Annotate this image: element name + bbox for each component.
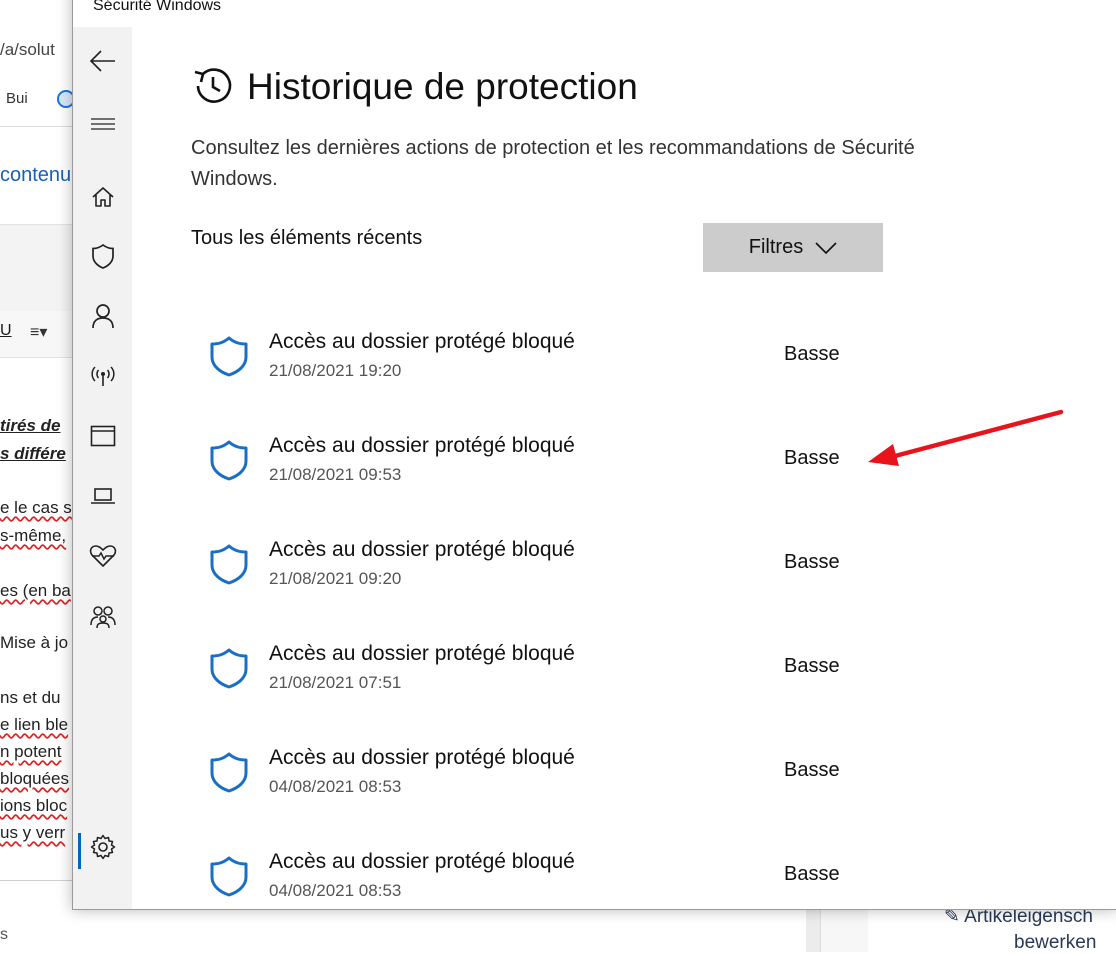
shield-icon: [209, 855, 249, 902]
history-icon: [194, 68, 232, 103]
background-toolbar-label: Bui: [6, 90, 28, 107]
window-title: Sécurité Windows: [93, 0, 222, 14]
background-text-line: ns et du: [0, 688, 61, 707]
page-title: Historique de protection: [247, 66, 638, 107]
underline-format-button[interactable]: U: [0, 322, 12, 340]
nav-settings[interactable]: [73, 825, 132, 869]
shield-icon: [210, 856, 248, 897]
title-bar: Sécurité Windows: [73, 0, 1116, 27]
nav-account-protection[interactable]: [73, 294, 132, 338]
background-text-line: s différe: [0, 444, 66, 463]
nav-home[interactable]: [73, 175, 132, 219]
background-text-line: n potent: [0, 742, 62, 761]
background-text-line: e le cas s: [0, 498, 72, 517]
nav-app-browser[interactable]: [73, 414, 132, 458]
background-text-line: tirés de: [0, 416, 61, 435]
background-divider: [0, 880, 72, 881]
back-icon: [89, 50, 115, 72]
shield-icon: [91, 243, 114, 269]
nav-virus-protection[interactable]: [73, 234, 132, 278]
history-item-date: 04/08/2021 08:53: [269, 881, 402, 900]
navigation-sidebar: [73, 27, 132, 909]
page-description: Consultez les dernières actions de prote…: [191, 137, 915, 190]
article-properties-label-2: bewerken: [1014, 932, 1097, 953]
background-panel: [0, 224, 72, 312]
nav-device-health[interactable]: [73, 534, 132, 578]
shield-icon: [209, 647, 249, 694]
history-item-title: Accès au dossier protégé bloqué: [269, 642, 575, 665]
nav-device-security[interactable]: [73, 474, 132, 518]
recent-items-label: Tous les éléments récents: [191, 227, 423, 249]
background-url-text: /a/solut: [0, 40, 55, 59]
health-icon: [89, 545, 116, 567]
background-link[interactable]: contenu: [0, 164, 71, 187]
menu-button[interactable]: [73, 102, 132, 146]
shield-icon: [210, 544, 248, 585]
history-item[interactable]: Accès au dossier protégé bloqué 04/08/202…: [192, 746, 872, 834]
history-item-date: 04/08/2021 08:53: [269, 777, 402, 796]
history-item[interactable]: Accès au dossier protégé bloqué 21/08/202…: [192, 642, 872, 730]
history-item-date: 21/08/2021 09:53: [269, 465, 402, 484]
nav-family-options[interactable]: [73, 595, 132, 639]
history-item[interactable]: Accès au dossier protégé bloqué 21/08/202…: [192, 434, 872, 522]
shield-icon: [209, 335, 249, 382]
background-text-line: e lien ble: [0, 715, 69, 734]
settings-icon: [90, 834, 115, 860]
shield-icon: [210, 648, 248, 689]
history-item[interactable]: Accès au dossier protégé bloqué 21/08/202…: [192, 330, 872, 418]
background-text-line: es (en ba: [0, 581, 71, 600]
family-icon: [89, 606, 116, 629]
filters-button[interactable]: Filtres: [703, 223, 883, 272]
back-button[interactable]: [73, 39, 132, 83]
shield-icon: [210, 336, 248, 377]
shield-icon: [210, 752, 248, 793]
history-item[interactable]: Accès au dossier protégé bloqué 04/08/202…: [192, 850, 872, 938]
filters-label: Filtres: [748, 236, 804, 258]
shield-icon: [209, 439, 249, 486]
history-item-severity: Basse: [784, 759, 840, 781]
shield-icon: [209, 751, 249, 798]
background-bottom-text: s: [0, 926, 8, 943]
background-text-line: s-même,: [0, 526, 67, 545]
network-icon: [90, 366, 115, 386]
background-text-line: Mise à jo: [0, 633, 69, 652]
history-item-title: Accès au dossier protégé bloqué: [269, 850, 575, 873]
history-item-severity: Basse: [784, 343, 840, 365]
shield-icon: [210, 440, 248, 481]
device-icon: [90, 488, 115, 504]
history-item-title: Accès au dossier protégé bloqué: [269, 538, 575, 561]
history-item-severity: Basse: [784, 863, 840, 885]
background-text-line: ions bloc: [0, 796, 68, 815]
person-icon: [91, 304, 114, 329]
history-item-severity: Basse: [784, 551, 840, 573]
history-item-title: Accès au dossier protégé bloqué: [269, 330, 575, 353]
nav-firewall[interactable]: [73, 354, 132, 398]
history-item-title: Accès au dossier protégé bloqué: [269, 746, 575, 769]
history-item-date: 21/08/2021 07:51: [269, 673, 402, 692]
app-browser-icon: [90, 425, 115, 447]
hamburger-icon: [90, 118, 115, 130]
history-item[interactable]: Accès au dossier protégé bloqué 21/08/202…: [192, 538, 872, 626]
background-text-line: us y verr: [0, 823, 66, 842]
align-dropdown-icon[interactable]: ≡▾: [30, 322, 47, 342]
home-icon: [91, 187, 114, 207]
history-item-title: Accès au dossier protégé bloqué: [269, 434, 575, 457]
background-text-line: bloquées: [0, 769, 70, 788]
shield-icon: [209, 543, 249, 590]
history-item-date: 21/08/2021 19:20: [269, 361, 402, 380]
history-item-severity: Basse: [784, 655, 840, 677]
chevron-down-icon: [815, 241, 837, 254]
history-item-date: 21/08/2021 09:20: [269, 569, 402, 588]
history-item-severity: Basse: [784, 447, 840, 469]
